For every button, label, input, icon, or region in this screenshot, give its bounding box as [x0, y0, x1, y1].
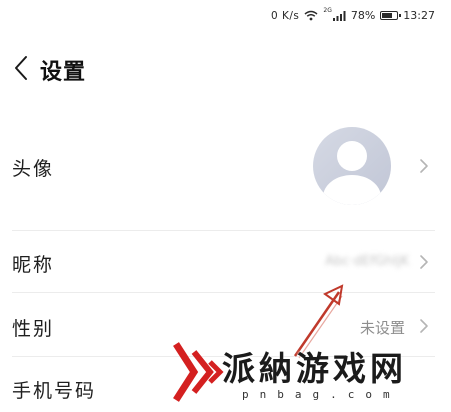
chevron-right-icon — [419, 158, 429, 174]
phone-row-label: 手机号码 — [12, 380, 97, 402]
gender-row-label: 性别 — [12, 318, 55, 340]
battery-icon — [380, 11, 402, 20]
divider — [12, 292, 435, 293]
network-type: 2G — [323, 7, 332, 14]
avatar — [313, 127, 391, 205]
chevron-right-icon — [419, 254, 429, 270]
signal-icon — [332, 10, 346, 21]
gender-value: 未设置 — [359, 319, 405, 337]
avatar-row-label: 头像 — [12, 158, 55, 180]
status-bar: 0 K/s 2G 78% 13:27 — [0, 0, 451, 34]
status-indicators: 0 K/s 2G 78% 13:27 — [270, 7, 435, 22]
nickname-value: Abc·dEfGhIjK — [325, 254, 409, 269]
page-title: 设置 — [40, 60, 87, 85]
chevron-right-icon — [419, 318, 429, 334]
nickname-row-label: 昵称 — [12, 254, 55, 276]
divider — [12, 230, 435, 231]
watermark: 派納游戏网 pnbag.com — [170, 338, 445, 412]
back-arrow-icon[interactable] — [12, 54, 32, 82]
watermark-logo-icon — [173, 342, 224, 402]
wifi-icon — [304, 10, 318, 21]
battery-percent: 78% — [350, 9, 376, 22]
network-speed: 0 K/s — [270, 9, 300, 22]
clock: 13:27 — [403, 9, 435, 22]
watermark-text: 派納游戏网 — [222, 349, 407, 388]
settings-row-nickname[interactable]: 昵称 Abc·dEfGhIjK — [0, 232, 451, 292]
settings-row-avatar[interactable]: 头像 — [0, 118, 451, 222]
watermark-subtext: pnbag.com — [242, 388, 401, 401]
header-bar: 设置 — [0, 50, 451, 90]
